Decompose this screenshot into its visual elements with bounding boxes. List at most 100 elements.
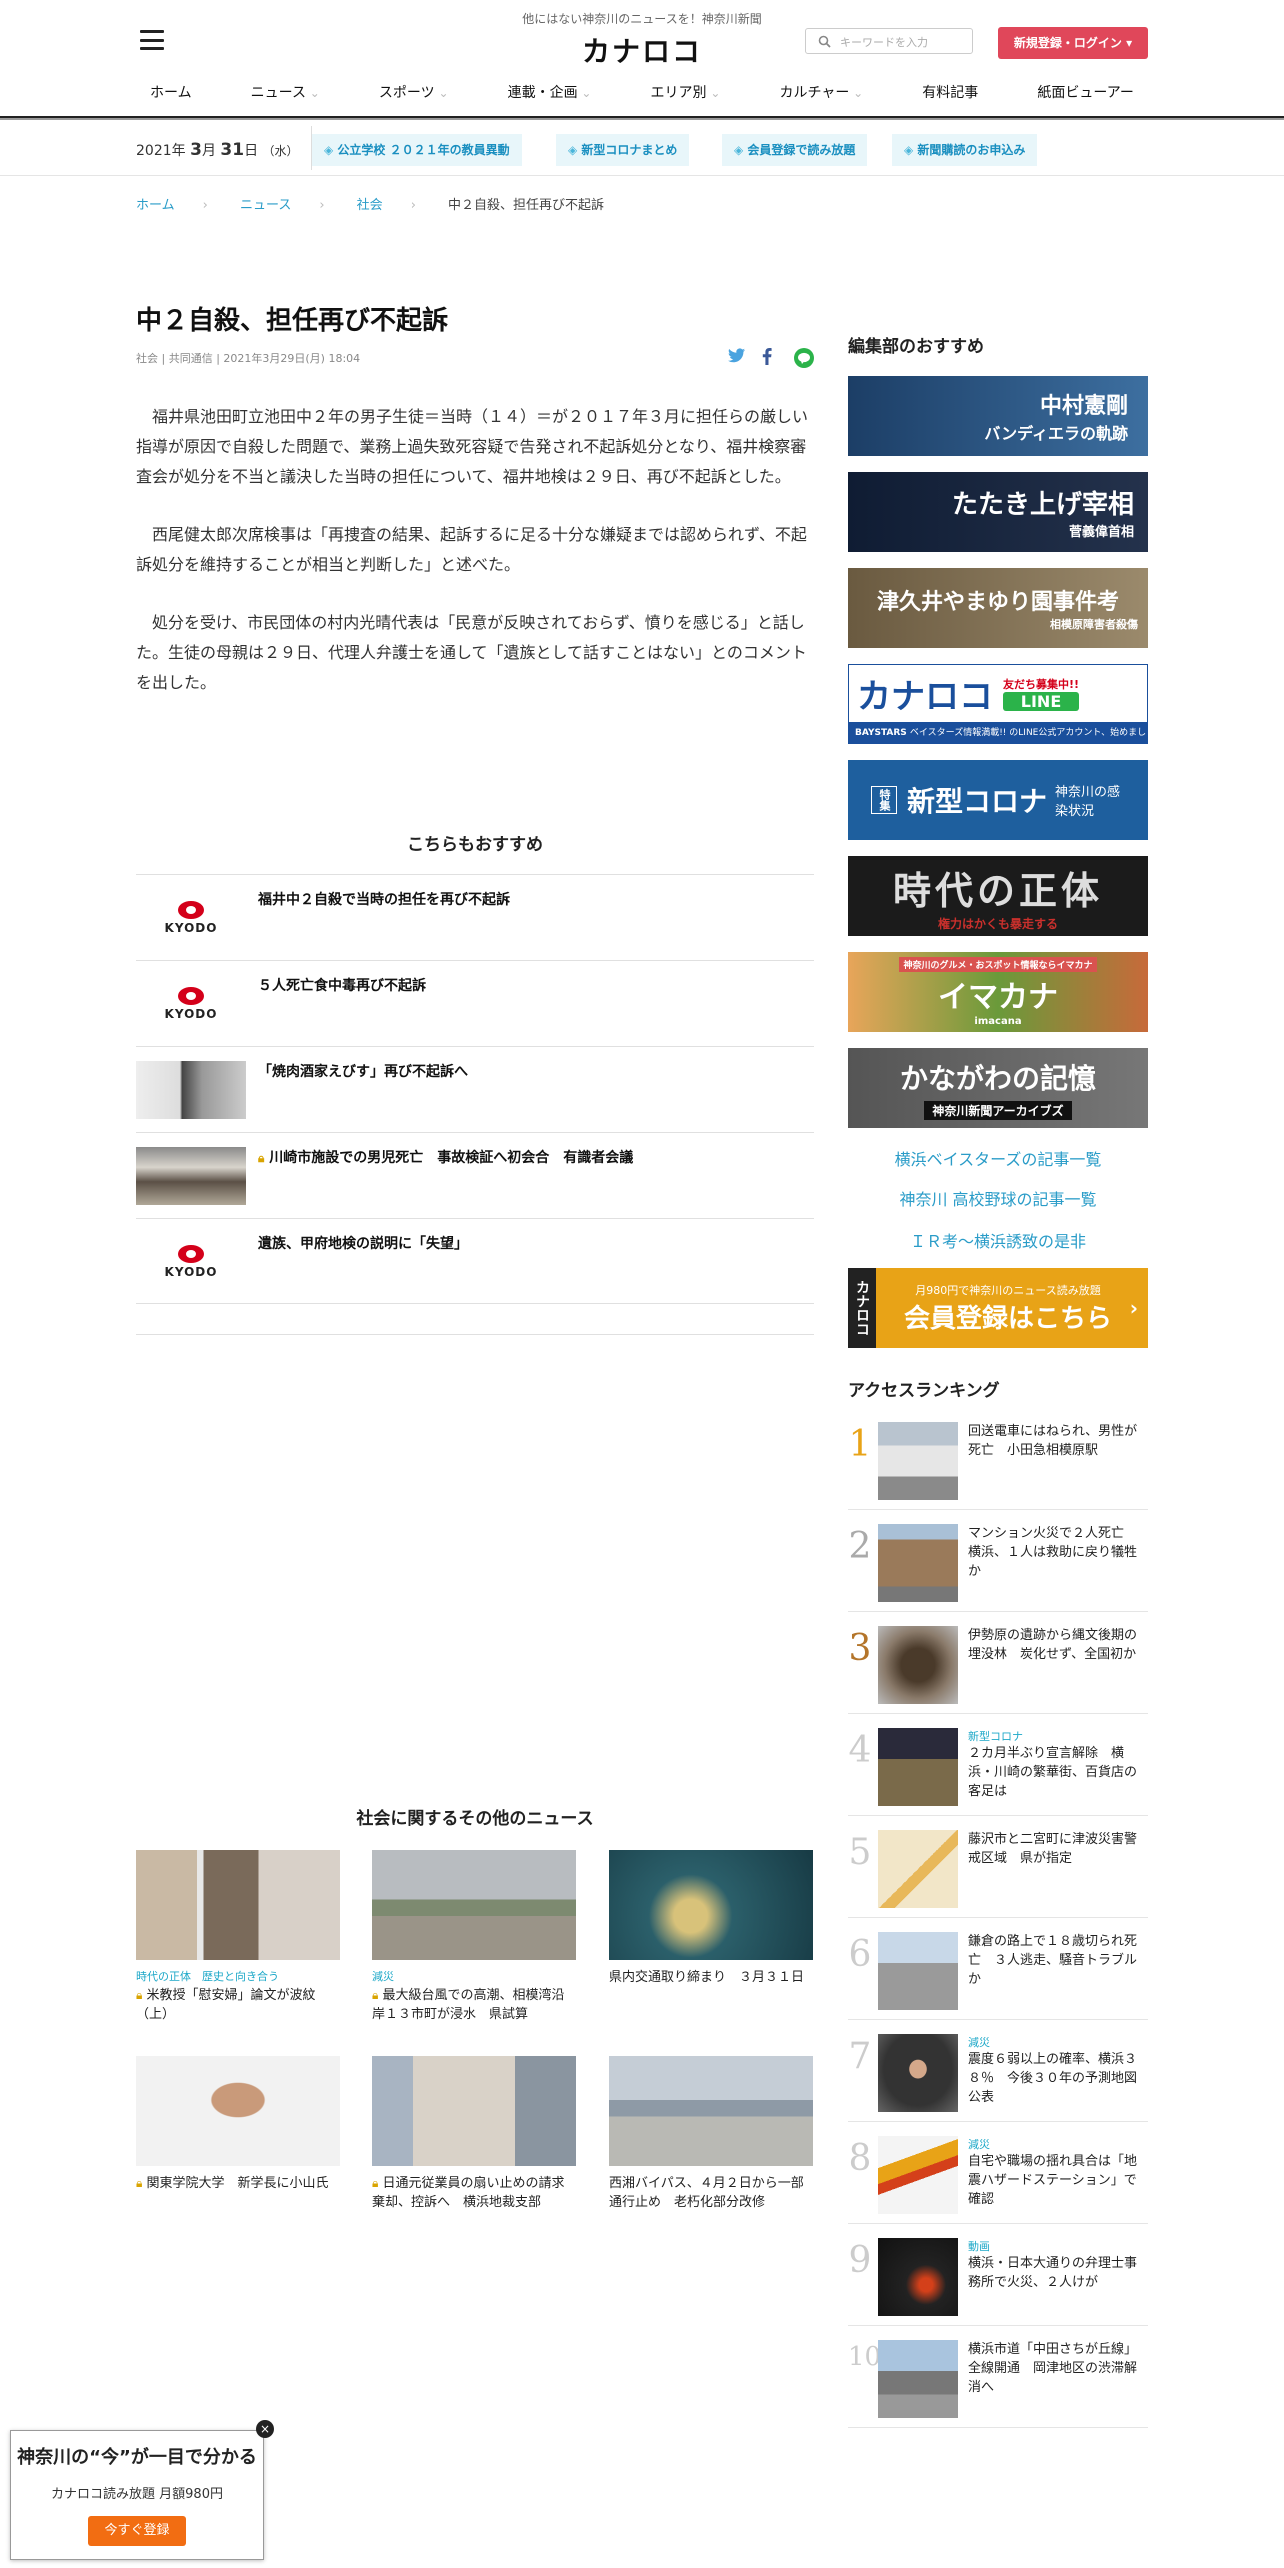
article-paragraph: 処分を受け、市民団体の村内光晴代表は「民意が反映されておらず、憤りを感じる」と話… xyxy=(136,613,807,692)
rank-number: 7 xyxy=(848,2036,872,2077)
recommend-item[interactable]: KYODO 福井中２自殺で当時の担任を再び不起訴 xyxy=(136,874,814,960)
banner-imacana[interactable]: 神奈川のグルメ・おスポット情報ならイマカナ イマカナ imacana xyxy=(848,952,1148,1032)
rank-number: 3 xyxy=(848,1628,872,1669)
lock-icon: 🔒︎ xyxy=(372,2176,379,2190)
register-now-button[interactable]: 今すぐ登録 xyxy=(88,2516,186,2546)
news-card[interactable]: 時代の正体 歴史と向き合う 🔒︎ 米教授「慰安婦」論文が波紋（上） xyxy=(136,1850,340,2024)
banner-corona[interactable]: 特集 新型コロナ 神奈川の感染状況 xyxy=(848,760,1148,840)
rank-number: 1 xyxy=(848,1424,872,1465)
member-register-banner[interactable]: カナロコ 月980円で神奈川のニュース読み放題 会員登録はこちら › xyxy=(848,1268,1148,1348)
news-card[interactable]: 🔒︎ 関東学院大学 新学長に小山氏 xyxy=(136,2056,340,2193)
ranking-item[interactable]: 3 伊勢原の遺跡から縄文後期の埋没林 炭化せず、全国初か xyxy=(848,1612,1148,1714)
news-card[interactable]: 西湘バイパス、４月２日から一部通行止め 老朽化部分改修 xyxy=(609,2056,813,2212)
chip-corona[interactable]: 新型コロナまとめ xyxy=(556,134,690,166)
ranking-thumbnail xyxy=(878,1626,958,1704)
popup-price: カナロコ読み放題 月額980円 xyxy=(51,2487,223,2502)
ranking-title: 鎌倉の路上で１８歳切られ死亡 ３人逃走、騒音トラブルか xyxy=(968,1934,1138,1987)
rank-number: 2 xyxy=(848,1526,872,1567)
ranking-title: 横浜市道「中田さちが丘線」全線開通 岡津地区の渋滞解消へ xyxy=(968,2342,1138,2395)
ranking-title: マンション火災で２人死亡 横浜、１人は救助に戻り犠牲か xyxy=(968,1526,1138,1579)
nav-news[interactable]: ニュース xyxy=(237,82,334,102)
nav-sports[interactable]: スポーツ xyxy=(365,82,463,102)
news-thumbnail xyxy=(609,1850,813,1960)
current-date: 2021年 3月 31日 （水） xyxy=(136,140,299,160)
divider xyxy=(136,1334,814,1335)
recommend-item[interactable]: 「焼肉酒家えびす」再び不起訴へ xyxy=(136,1046,814,1132)
ranking-item[interactable]: 1 回送電車にはねられ、男性が死亡 小田急相模原駅 xyxy=(848,1408,1148,1510)
twitter-icon[interactable] xyxy=(728,348,746,364)
nav-paid[interactable]: 有料記事 xyxy=(908,82,992,102)
facebook-icon[interactable] xyxy=(762,348,772,365)
chip-member[interactable]: 会員登録で読み放題 xyxy=(722,134,868,166)
news-thumbnail xyxy=(136,1850,340,1960)
news-thumbnail xyxy=(372,1850,576,1960)
ranking-item[interactable]: 9 動画 横浜・日本大通りの弁理士事務所で火災、２人けが xyxy=(848,2224,1148,2326)
recommend-item[interactable]: KYODO 遺族、甲府地検の説明に「失望」 xyxy=(136,1218,814,1304)
ranking-title: 伊勢原の遺跡から縄文後期の埋没林 炭化せず、全国初か xyxy=(968,1628,1138,1662)
rank-number: 4 xyxy=(848,1730,872,1771)
ranking-thumbnail xyxy=(878,1422,958,1500)
close-icon[interactable]: × xyxy=(256,2420,274,2438)
recommend-item[interactable]: KYODO ５人死亡食中毒再び不起訴 xyxy=(136,960,814,1046)
news-card[interactable]: 県内交通取り締まり ３月３１日 xyxy=(609,1850,813,1987)
banner-kanagawa-memory[interactable]: かながわの記憶 神奈川新聞アーカイブズ xyxy=(848,1048,1148,1128)
ranking-title: 震度６弱以上の確率、横浜３８％ 今後３０年の予測地図公表 xyxy=(968,2052,1138,2105)
ranking-title: 藤沢市と二宮町に津波災害警戒区域 県が指定 xyxy=(968,1832,1138,1866)
hamburger-menu-icon[interactable] xyxy=(140,30,164,50)
article-title: 中２自殺、担任再び不起訴 xyxy=(136,306,449,336)
rank-number: 6 xyxy=(848,1934,872,1975)
recommend-thumbnail xyxy=(136,1061,246,1119)
ranking-item[interactable]: 4 新型コロナ ２カ月半ぶり宣言解除 横浜・川崎の繁華街、百貨店の客足は xyxy=(848,1714,1148,1816)
link-ir[interactable]: ＩＲ考～横浜誘致の是非 xyxy=(848,1228,1148,1252)
search-input[interactable]: キーワードを入力 xyxy=(805,28,973,54)
nav-viewer[interactable]: 紙面ビューアー xyxy=(1023,82,1148,102)
lock-icon: 🔒︎ xyxy=(258,1151,265,1165)
nav-home[interactable]: ホーム xyxy=(136,82,206,102)
nav-culture[interactable]: カルチャー xyxy=(765,82,877,102)
rank-number: 5 xyxy=(848,1832,872,1873)
news-title: 米教授「慰安婦」論文が波紋（上） xyxy=(136,1988,316,2022)
news-thumbnail xyxy=(136,2056,340,2166)
other-news-heading: 社会に関するその他のニュース xyxy=(356,1809,594,1829)
banner-jidai-no-shotai[interactable]: 時代の正体 権力はかくも暴走する xyxy=(848,856,1148,936)
line-icon[interactable] xyxy=(794,348,814,368)
chip-subscribe[interactable]: 新聞購読のお申込み xyxy=(892,134,1038,166)
ranking-title: 回送電車にはねられ、男性が死亡 小田急相模原駅 xyxy=(968,1424,1138,1458)
news-category: 減災 xyxy=(372,1970,394,1983)
ranking-item[interactable]: 10 横浜市道「中田さちが丘線」全線開通 岡津地区の渋滞解消へ xyxy=(848,2326,1148,2428)
breadcrumb-home[interactable]: ホーム xyxy=(136,194,175,213)
banner-nakamura[interactable]: 中村憲剛 バンディエラの軌跡 xyxy=(848,376,1148,456)
article-paragraph: 福井県池田町立池田中２年の男子生徒＝当時（１４）＝が２０１７年３月に担任らの厳し… xyxy=(136,407,809,486)
nav-area[interactable]: エリア別 xyxy=(637,82,735,102)
banner-yamayuri[interactable]: 津久井やまゆり園事件考 相模原障害者殺傷 xyxy=(848,568,1148,648)
breadcrumb: ホーム › ニュース › 社会 › 中２自殺、担任再び不起訴 xyxy=(136,194,632,213)
ranking-thumbnail xyxy=(878,1830,958,1908)
ranking-item[interactable]: 2 マンション火災で２人死亡 横浜、１人は救助に戻り犠牲か xyxy=(848,1510,1148,1612)
banner-line-baystars[interactable]: カナロコ 友だち募集中!! LINE BAYSTARS ベイスターズ情報満載!! … xyxy=(848,664,1148,744)
ranking-item[interactable]: 5 藤沢市と二宮町に津波災害警戒区域 県が指定 xyxy=(848,1816,1148,1918)
breadcrumb-current: 中２自殺、担任再び不起訴 xyxy=(448,198,605,213)
article-body: 福井県池田町立池田中２年の男子生徒＝当時（１４）＝が２０１７年３月に担任らの厳し… xyxy=(136,402,814,726)
article-paragraph: 西尾健太郎次席検事は「再捜査の結果、起訴するに足る十分な嫌疑までは認められず、不… xyxy=(136,525,807,574)
news-card[interactable]: 🔒︎ 日通元従業員の扇い止めの請求棄却、控訴へ 横浜地裁支部 xyxy=(372,2056,576,2212)
link-baystars[interactable]: 横浜ベイスターズの記事一覧 xyxy=(848,1146,1148,1170)
banner-suga[interactable]: たたき上げ宰相 菅義偉首相 xyxy=(848,472,1148,552)
ranking-category: 動画 xyxy=(968,2240,990,2253)
ranking-thumbnail xyxy=(878,2034,958,2112)
news-card[interactable]: 減災 🔒︎ 最大級台風での高潮、相模湾沿岸１３市町が浸水 県試算 xyxy=(372,1850,576,2024)
kyodo-logo: KYODO xyxy=(136,1233,246,1291)
breadcrumb-news[interactable]: ニュース xyxy=(240,194,291,213)
link-highschool-baseball[interactable]: 神奈川 高校野球の記事一覧 xyxy=(848,1186,1148,1210)
nav-series[interactable]: 連載・企画 xyxy=(494,82,606,102)
recommend-heading: こちらもおすすめ xyxy=(407,835,543,855)
ranking-item[interactable]: 7 減災 震度６弱以上の確率、横浜３８％ 今後３０年の予測地図公表 xyxy=(848,2020,1148,2122)
login-button[interactable]: 新規登録・ログイン ▾ xyxy=(998,27,1148,59)
recommend-item[interactable]: 🔒︎ 川崎市施設での男児死亡 事故検証へ初会合 有識者会議 xyxy=(136,1132,814,1218)
chip-teacher-transfer[interactable]: 公立学校 ２０２１年の教員異動 xyxy=(312,134,522,166)
ranking-category: 新型コロナ xyxy=(968,1730,1023,1743)
ranking-item[interactable]: 8 減災 自宅や職場の揺れ具合は「地震ハザードステーション」で確認 xyxy=(848,2122,1148,2224)
ranking-thumbnail xyxy=(878,2136,958,2214)
breadcrumb-society[interactable]: 社会 xyxy=(357,194,383,213)
ranking-item[interactable]: 6 鎌倉の路上で１８歳切られ死亡 ３人逃走、騒音トラブルか xyxy=(848,1918,1148,2020)
news-title: 西湘バイパス、４月２日から一部通行止め 老朽化部分改修 xyxy=(609,2176,804,2210)
